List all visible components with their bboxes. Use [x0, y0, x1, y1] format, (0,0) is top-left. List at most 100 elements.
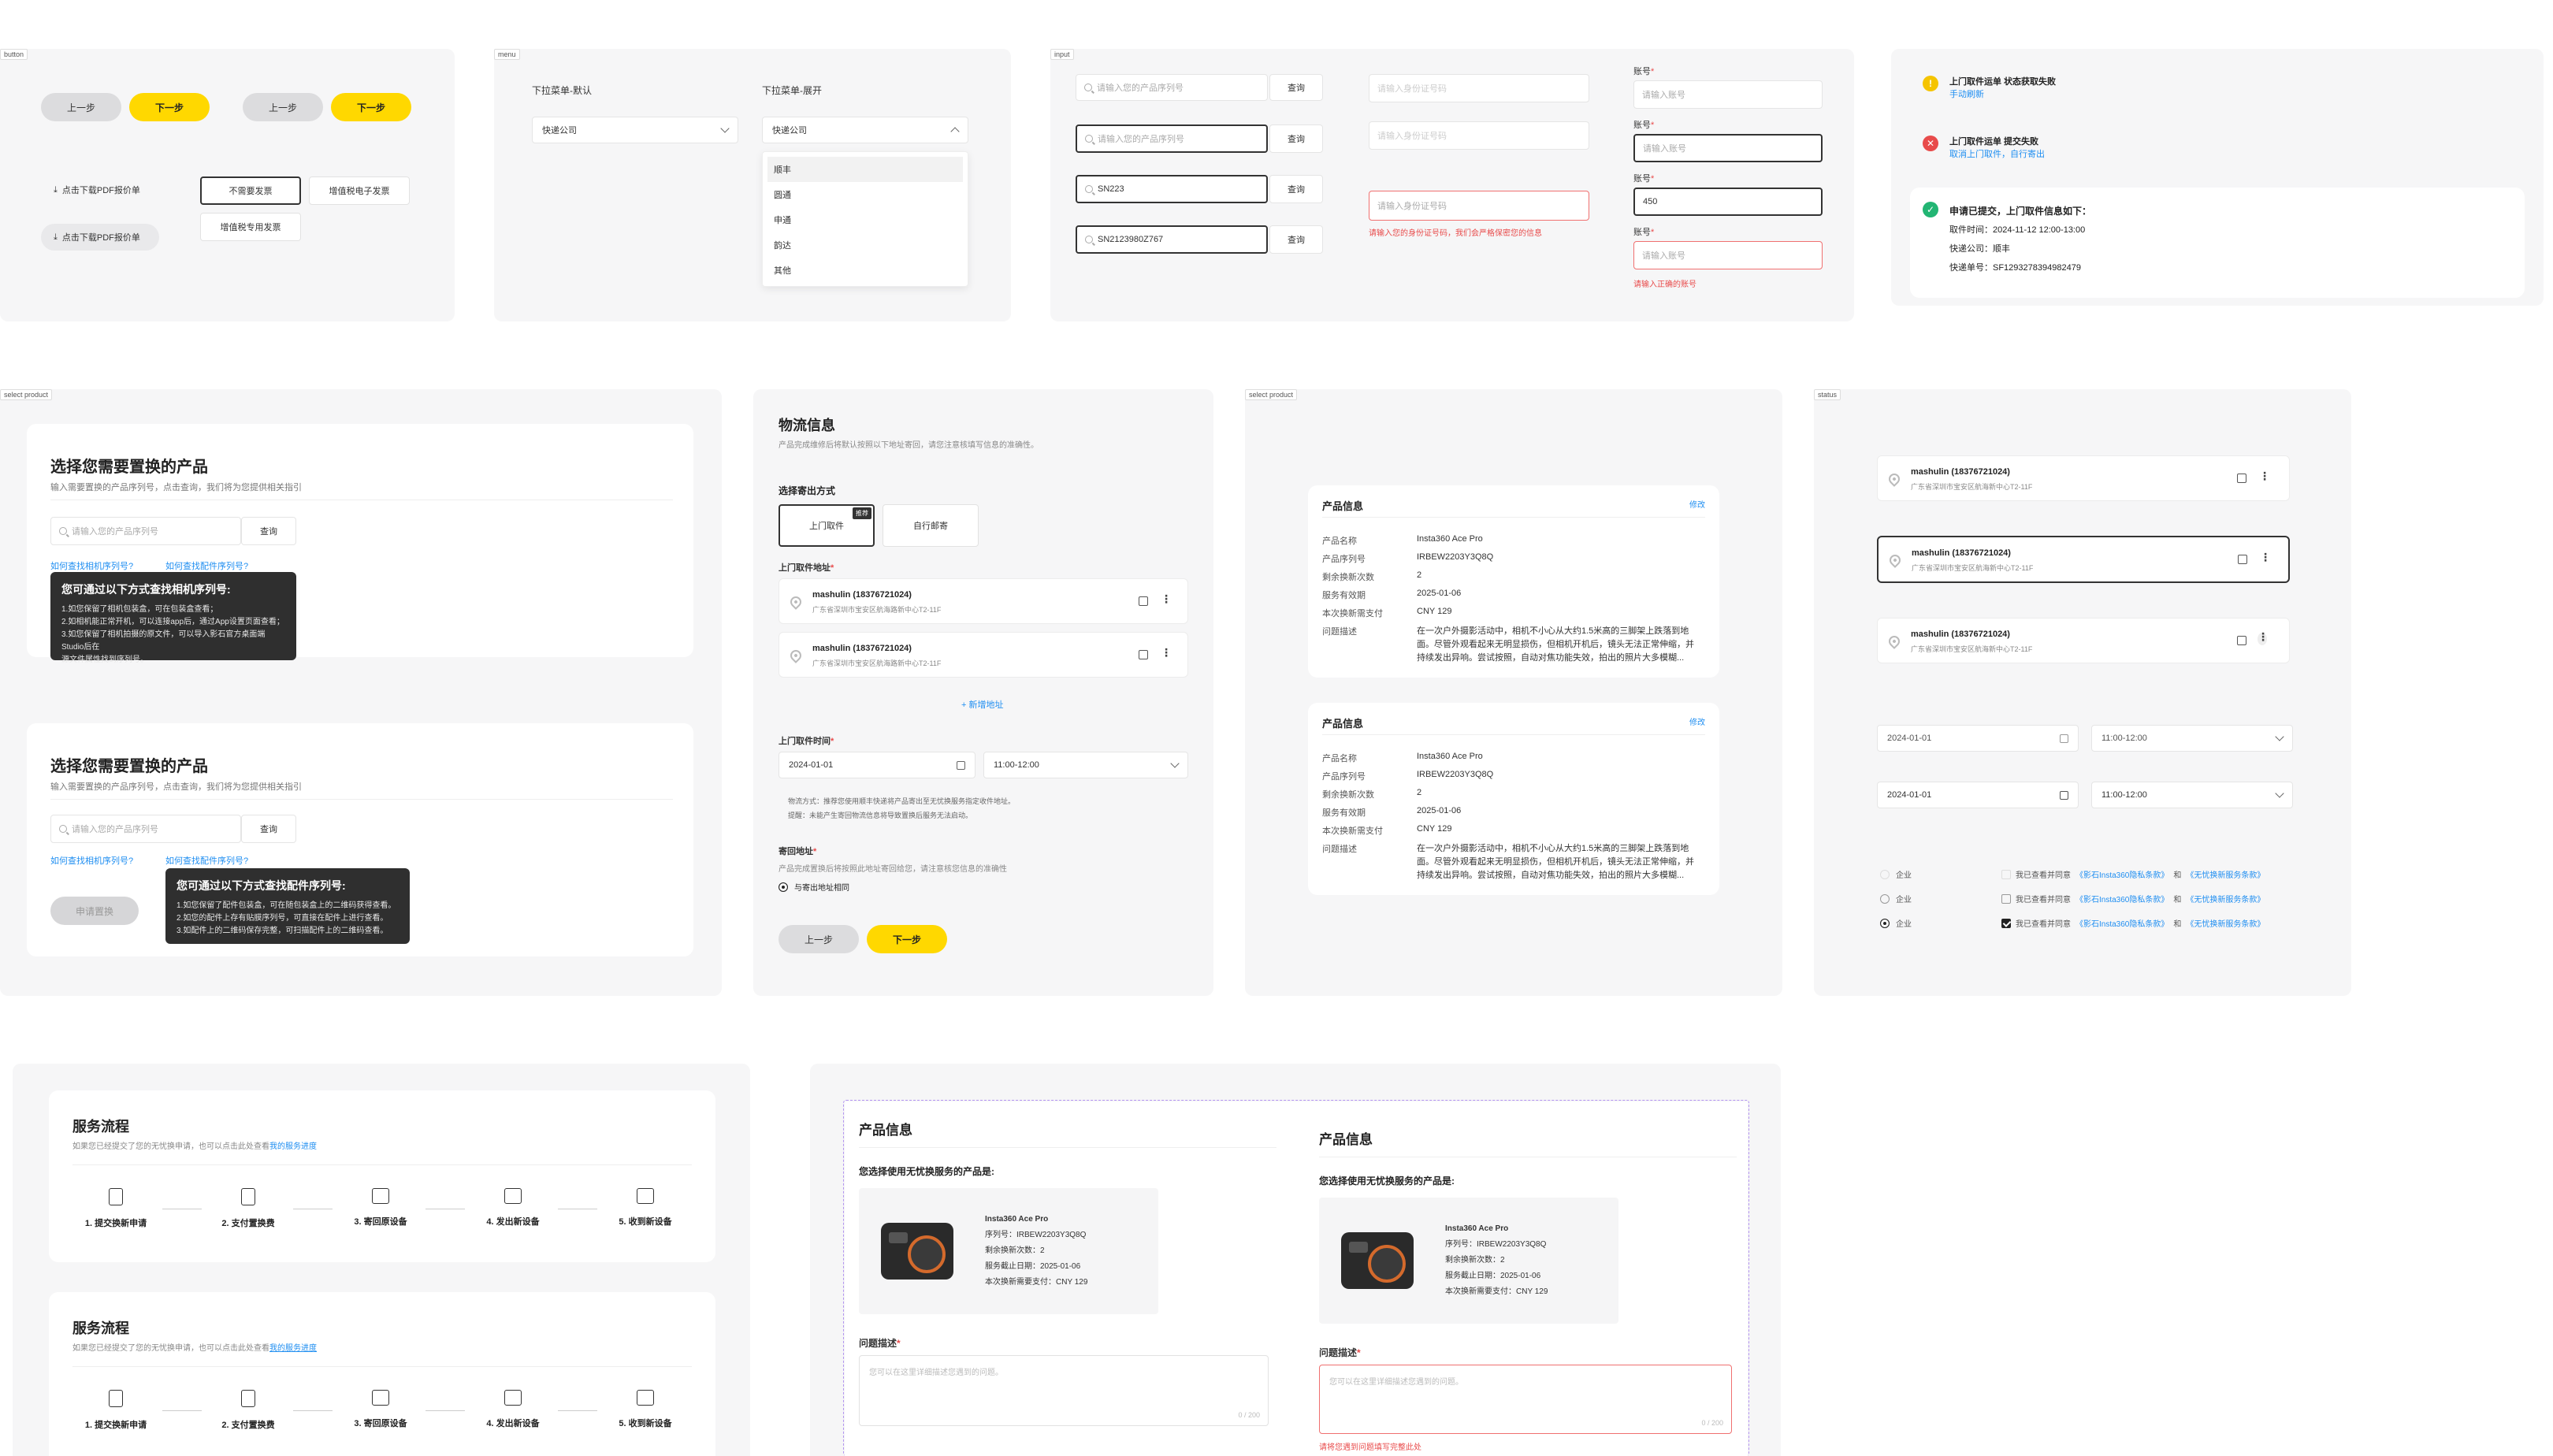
courier-select-default[interactable]: 快递公司 — [532, 117, 738, 143]
edit-icon[interactable] — [2237, 636, 2246, 645]
download-pdf-button[interactable]: ⤓ 点击下载PDF报价单 — [41, 176, 159, 203]
more-icon[interactable]: ⋮ — [1161, 647, 1172, 658]
company-radio-disabled[interactable]: 企业 — [1880, 868, 1912, 880]
sn-input-typing[interactable]: SN223 — [1076, 175, 1268, 203]
id-input-default[interactable]: 请输入身份证号码 — [1369, 74, 1589, 102]
invoice-option-none[interactable]: 不需要发票 — [200, 176, 301, 205]
next-button[interactable]: 下一步 — [129, 93, 210, 121]
service-terms-link[interactable]: 《无忧换新服务条款》 — [2186, 917, 2265, 929]
dropdown-option[interactable]: 韵达 — [763, 232, 968, 258]
problem-textarea[interactable]: 您可以在这里详细描述您遇到的问题。 0 / 200 — [859, 1355, 1269, 1426]
privacy-link[interactable]: 《影石Insta360隐私条款》 — [2075, 917, 2168, 929]
service-progress-link[interactable]: 我的服务进度 — [269, 1142, 317, 1151]
company-radio-default[interactable]: 企业 — [1880, 893, 1912, 904]
address-card-default[interactable]: mashulin (18376721024) 广东省深圳市宝安区航海新中心T2-… — [1877, 455, 2290, 501]
radio-checked[interactable] — [1880, 918, 1890, 928]
checkbox-unchecked[interactable] — [2001, 893, 2011, 904]
edit-link[interactable]: 修改 — [1689, 715, 1705, 727]
next-button-hover[interactable]: 下一步 — [331, 93, 411, 121]
query-button[interactable]: 查询 — [1269, 74, 1323, 101]
date-picker-hover[interactable]: 2024-01-01 — [1877, 782, 2079, 808]
apply-exchange-button[interactable]: 申请置换 — [50, 897, 139, 925]
query-button[interactable]: 查询 — [241, 517, 296, 545]
agreement-checkbox-disabled[interactable]: 我已查看并同意 《影石Insta360隐私条款》和《无忧换新服务条款》 — [2001, 868, 2265, 880]
date-picker-default[interactable]: 2024-01-01 — [1877, 725, 2079, 752]
query-button[interactable]: 查询 — [1269, 124, 1323, 153]
sn-input-default[interactable]: 请输入您的产品序列号 — [1076, 74, 1268, 101]
more-icon[interactable]: ⋮ — [2259, 470, 2270, 481]
service-progress-link[interactable]: 我的服务进度 — [269, 1344, 317, 1353]
radio-unchecked[interactable] — [1880, 893, 1890, 904]
query-button[interactable]: 查询 — [241, 815, 296, 843]
problem-textarea-error[interactable]: 您可以在这里详细描述您遇到的问题。 0 / 200 — [1319, 1365, 1732, 1434]
accessory-sn-help-link[interactable]: 如何查找配件序列号? — [165, 559, 248, 572]
account-input-default[interactable]: 请输入账号 — [1633, 80, 1823, 109]
privacy-link[interactable]: 《影石Insta360隐私条款》 — [2075, 868, 2168, 880]
camera-sn-help-link[interactable]: 如何查找相机序列号? — [50, 854, 133, 867]
edit-icon[interactable] — [1139, 596, 1148, 606]
sn-search-input[interactable]: 请输入您的产品序列号 — [50, 815, 241, 843]
step-receive: 5. 收到新设备 — [602, 1390, 689, 1429]
add-address-link[interactable]: + 新增地址 — [961, 698, 1003, 711]
self-send-method-option[interactable]: 自行邮寄 — [883, 504, 979, 547]
agreement-checkbox-default[interactable]: 我已查看并同意 《影石Insta360隐私条款》和《无忧换新服务条款》 — [2001, 893, 2265, 904]
accessory-sn-help-link[interactable]: 如何查找配件序列号? — [165, 854, 248, 867]
edit-icon[interactable] — [2238, 555, 2247, 564]
download-icon: ⤓ — [54, 232, 58, 242]
dropdown-option[interactable]: 圆通 — [763, 182, 968, 207]
radio-checked[interactable] — [779, 882, 788, 892]
service-terms-link[interactable]: 《无忧换新服务条款》 — [2186, 868, 2265, 880]
pickup-address-card[interactable]: mashulin (18376721024) 广东省深圳市宝安区航海路新中心T2… — [779, 578, 1188, 624]
more-icon[interactable]: ⋮ — [2260, 552, 2271, 563]
invoice-option-vat-special[interactable]: 增值税专用发票 — [200, 213, 301, 241]
cancel-pickup-link[interactable]: 取消上门取件，自行寄出 — [1949, 148, 2045, 161]
privacy-link[interactable]: 《影石Insta360隐私条款》 — [2075, 893, 2168, 904]
pickup-time-select[interactable]: 11:00-12:00 — [983, 752, 1188, 778]
more-icon[interactable]: ⋮ — [1161, 593, 1172, 604]
sn-input-focus[interactable]: 请输入您的产品序列号 — [1076, 124, 1268, 153]
prev-button[interactable]: 上一步 — [41, 93, 121, 121]
receive-box-icon — [637, 1188, 654, 1204]
time-select-default[interactable]: 11:00-12:00 — [2091, 725, 2293, 752]
camera-sn-help-link[interactable]: 如何查找相机序列号? — [50, 559, 133, 572]
dropdown-option[interactable]: 顺丰 — [767, 157, 963, 182]
checkbox-unchecked[interactable] — [2001, 869, 2011, 879]
radio-unchecked[interactable] — [1880, 869, 1890, 879]
sn-input-filled[interactable]: SN2123980Z767 — [1076, 225, 1268, 254]
account-input-error[interactable]: 请输入账号 — [1633, 241, 1823, 269]
next-button[interactable]: 下一步 — [867, 925, 947, 953]
same-address-option[interactable]: 与寄出地址相同 — [779, 881, 849, 893]
query-button[interactable]: 查询 — [1269, 225, 1323, 254]
product-remaining: 剩余换新次数：2 — [985, 1246, 1045, 1255]
invoice-option-vat-electronic[interactable]: 增值税电子发票 — [309, 176, 410, 205]
pickup-address-card[interactable]: mashulin (18376721024) 广东省深圳市宝安区航海路新中心T2… — [779, 632, 1188, 678]
address-card-hover[interactable]: mashulin (18376721024) 广东省深圳市宝安区航海新中心T2-… — [1877, 618, 2290, 663]
dropdown-option[interactable]: 申通 — [763, 207, 968, 232]
prev-button[interactable]: 上一步 — [779, 925, 859, 953]
account-input-filled[interactable]: 450 — [1633, 188, 1823, 216]
query-button[interactable]: 查询 — [1269, 175, 1323, 203]
checkbox-checked[interactable] — [2001, 918, 2011, 928]
account-input-focus[interactable]: 请输入账号 — [1633, 134, 1823, 162]
accessory-sn-tooltip: 您可通过以下方式查找配件序列号: 1.如您保留了配件包装盒，可在随包装盒上的二维… — [165, 868, 410, 944]
pickup-date-picker[interactable]: 2024-01-01 — [779, 752, 975, 778]
dropdown-option[interactable]: 其他 — [763, 258, 968, 283]
service-terms-link[interactable]: 《无忧换新服务条款》 — [2186, 893, 2265, 904]
sn-search-input[interactable]: 请输入您的产品序列号 — [50, 517, 241, 545]
edit-icon[interactable] — [2237, 474, 2246, 483]
refresh-link[interactable]: 手动刷新 — [1949, 88, 2056, 101]
time-select-hover[interactable]: 11:00-12:00 — [2091, 782, 2293, 808]
more-icon[interactable]: ⋮ — [2258, 631, 2269, 645]
id-input-hover[interactable]: 请输入身份证号码 — [1369, 121, 1589, 150]
edit-link[interactable]: 修改 — [1689, 498, 1705, 510]
edit-icon[interactable] — [1139, 650, 1148, 659]
address-card-selected[interactable]: mashulin (18376721024) 广东省深圳市宝安区航海新中心T2-… — [1877, 536, 2290, 583]
prev-button-hover[interactable]: 上一步 — [243, 93, 323, 121]
id-input-error[interactable]: 请输入身份证号码 — [1369, 191, 1589, 221]
courier-select-expanded[interactable]: 快递公司 — [762, 117, 968, 143]
company-radio-checked[interactable]: 企业 — [1880, 917, 1912, 929]
pickup-method-option[interactable]: 上门取件 推荐 — [779, 504, 875, 547]
download-pdf-button-hover[interactable]: ⤓ 点击下载PDF报价单 — [41, 224, 159, 251]
payment-icon — [241, 1188, 255, 1205]
agreement-checkbox-checked[interactable]: 我已查看并同意 《影石Insta360隐私条款》和《无忧换新服务条款》 — [2001, 917, 2265, 929]
